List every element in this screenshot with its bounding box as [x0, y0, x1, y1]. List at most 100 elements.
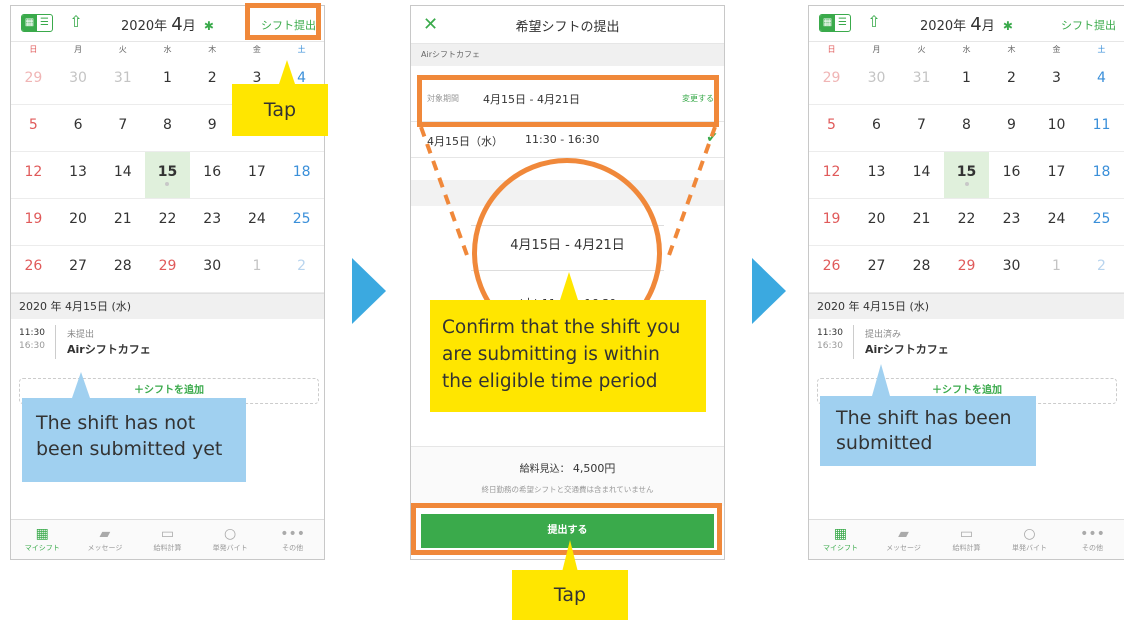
tab-messages[interactable]: ▰ メッセージ	[74, 520, 137, 559]
period-label: 対象期間	[427, 94, 459, 103]
calendar-day[interactable]: 8	[944, 105, 989, 152]
calendar-day[interactable]: 27	[55, 246, 101, 293]
chat-icon: ▰	[898, 526, 909, 542]
weekday-label: 月	[872, 45, 881, 54]
change-period-link[interactable]: 変更する	[682, 93, 714, 104]
calendar-day[interactable]: 1	[234, 246, 280, 293]
calendar-day[interactable]: 2	[1079, 246, 1124, 293]
confirm-callout: Confirm that the shift you are submittin…	[430, 300, 706, 412]
calendar-day[interactable]: 30	[55, 58, 101, 105]
calendar-day[interactable]: 12	[11, 152, 56, 199]
requested-shift-row[interactable]: 4月15日（水） 11:30 - 16:30 ✔	[411, 122, 724, 158]
calendar-day[interactable]: 26	[11, 246, 56, 293]
calendar-day[interactable]: 9	[189, 105, 235, 152]
tab-salary[interactable]: ▭ 給料計算	[935, 520, 998, 559]
calendar-day[interactable]: 16	[189, 152, 235, 199]
calendar-day[interactable]: 17	[234, 152, 280, 199]
calendar-day[interactable]: 9	[989, 105, 1034, 152]
calendar-day[interactable]: 1	[145, 58, 190, 105]
tab-salary[interactable]: ▭ 給料計算	[136, 520, 199, 559]
calendar-day[interactable]: 2	[279, 246, 324, 293]
calendar-day[interactable]: 29	[11, 58, 56, 105]
calendar-day[interactable]: 7	[899, 105, 944, 152]
tab-messages[interactable]: ▰ メッセージ	[872, 520, 935, 559]
calendar-day[interactable]: 8	[145, 105, 190, 152]
tab-one-time-job[interactable]: ○ 単発バイト	[199, 520, 262, 559]
calendar-day[interactable]: 2	[189, 58, 235, 105]
calendar-day[interactable]: 22	[944, 199, 989, 246]
calendar-day[interactable]: 30	[989, 246, 1034, 293]
calendar-day[interactable]: 14	[899, 152, 944, 199]
calendar-day[interactable]: 23	[989, 199, 1034, 246]
calendar-day[interactable]: 20	[55, 199, 101, 246]
calendar-day[interactable]: 29	[809, 58, 854, 105]
weekday-label: 木	[1007, 45, 1016, 54]
calendar-day[interactable]: 30	[189, 246, 235, 293]
calendar-day[interactable]: 18	[1079, 152, 1124, 199]
calendar-day[interactable]: 16	[989, 152, 1034, 199]
calendar-day[interactable]: 21	[100, 199, 146, 246]
calendar-day[interactable]: 31	[899, 58, 944, 105]
calendar-day[interactable]: 30	[854, 58, 899, 105]
selected-date-bar: 2020 年 4月15日 (水)	[809, 293, 1124, 319]
request-time: 11:30 - 16:30	[525, 133, 600, 146]
calendar-day[interactable]: 14	[100, 152, 146, 199]
shift-item[interactable]: 11:30 16:30 提出済み Airシフトカフェ	[809, 319, 1124, 365]
tab-one-time-job[interactable]: ○ 単発バイト	[998, 520, 1061, 559]
calendar-day[interactable]: 28	[899, 246, 944, 293]
calendar-day[interactable]: 5	[809, 105, 854, 152]
calendar-day-selected[interactable]: 15	[145, 152, 190, 199]
tab-more[interactable]: ••• その他	[1061, 520, 1124, 559]
calendar-day[interactable]: 24	[234, 199, 280, 246]
calendar-day[interactable]: 13	[55, 152, 101, 199]
shift-item[interactable]: 11:30 16:30 未提出 Airシフトカフェ	[11, 319, 324, 365]
tab-more[interactable]: ••• その他	[261, 520, 324, 559]
tab-my-shift[interactable]: ▦ マイシフト	[809, 520, 872, 559]
calendar-day[interactable]: 3	[1034, 58, 1079, 105]
calendar-day[interactable]: 12	[809, 152, 854, 199]
calendar-day[interactable]: 27	[854, 246, 899, 293]
weekday-label: 日	[827, 45, 836, 54]
shift-submit-link[interactable]: シフト提出	[1061, 17, 1116, 33]
calendar-day[interactable]: 20	[854, 199, 899, 246]
calendar-day[interactable]: 22	[145, 199, 190, 246]
calendar-day[interactable]: 23	[189, 199, 235, 246]
tab-my-shift[interactable]: ▦ マイシフト	[11, 520, 74, 559]
gear-icon[interactable]: ✱	[1003, 19, 1013, 33]
calendar-day[interactable]: 19	[11, 199, 56, 246]
gear-icon[interactable]: ✱	[204, 19, 214, 33]
calendar-day[interactable]: 25	[279, 199, 324, 246]
calendar-day[interactable]: 13	[854, 152, 899, 199]
calendar-day[interactable]: 26	[809, 246, 854, 293]
calendar-day[interactable]: 1	[1034, 246, 1079, 293]
calendar-day[interactable]: 21	[899, 199, 944, 246]
shift-submit-link[interactable]: シフト提出	[261, 17, 316, 33]
calendar-day[interactable]: 4	[1079, 58, 1124, 105]
calendar-grid: 29 30 31 1 2 3 4 5 6 7 8 9 10 11 12 13 1…	[809, 58, 1124, 293]
weekday-label: 水	[962, 45, 971, 54]
calendar-icon: ▦	[833, 526, 848, 542]
shift-times: 11:30 16:30	[817, 328, 843, 351]
calendar-day[interactable]: 7	[100, 105, 146, 152]
calendar-day[interactable]: 10	[1034, 105, 1079, 152]
calendar-day[interactable]: 11	[1079, 105, 1124, 152]
calendar-day[interactable]: 6	[55, 105, 101, 152]
calendar-day[interactable]: 28	[100, 246, 146, 293]
calendar-day[interactable]: 29	[145, 246, 190, 293]
weekday-label: 金	[252, 45, 261, 54]
calendar-day[interactable]: 18	[279, 152, 324, 199]
salary-note: 終日勤務の希望シフトと交通費は含まれていません	[481, 485, 654, 494]
calendar-day[interactable]: 29	[944, 246, 989, 293]
calendar-day[interactable]: 5	[11, 105, 56, 152]
calendar-header: ▦ ☰ ⇧ 2020年 4月 ✱ シフト提出	[809, 6, 1124, 42]
calendar-day-selected[interactable]: 15	[944, 152, 989, 199]
calendar-day[interactable]: 1	[944, 58, 989, 105]
calendar-day[interactable]: 24	[1034, 199, 1079, 246]
calendar-day[interactable]: 19	[809, 199, 854, 246]
calendar-day[interactable]: 17	[1034, 152, 1079, 199]
calendar-day[interactable]: 25	[1079, 199, 1124, 246]
calendar-day[interactable]: 31	[100, 58, 146, 105]
calendar-day[interactable]: 6	[854, 105, 899, 152]
tap-callout: Tap	[512, 570, 628, 620]
calendar-day[interactable]: 2	[989, 58, 1034, 105]
